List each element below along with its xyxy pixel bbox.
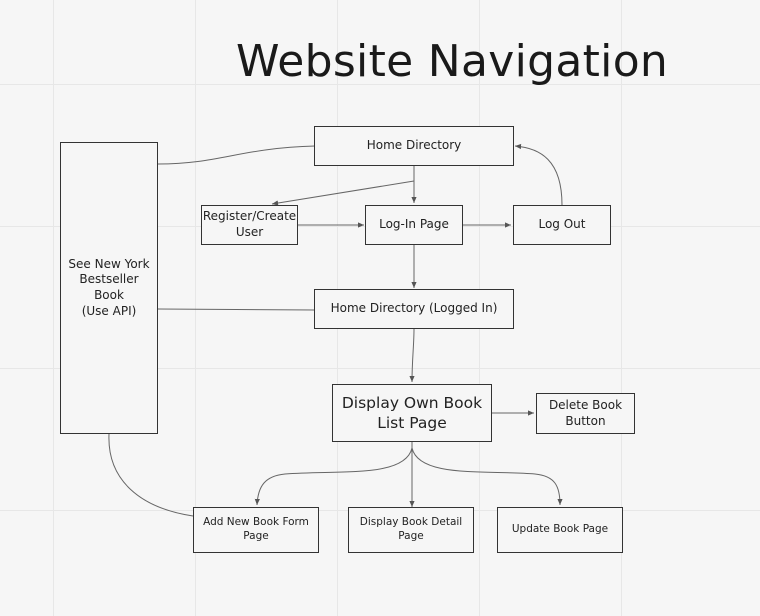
connector-bestseller-to-add <box>108 433 194 517</box>
node-log-out[interactable]: Log Out <box>513 205 611 245</box>
node-add-new-book-form[interactable]: Add New Book Form Page <box>193 507 319 553</box>
node-register-create-user[interactable]: Register/Create User <box>201 205 298 245</box>
node-log-in-page[interactable]: Log-In Page <box>365 205 463 245</box>
connector-home-logged-in-to-book-list <box>409 328 415 383</box>
node-delete-book-button[interactable]: Delete Book Button <box>536 393 635 434</box>
node-display-book-detail[interactable]: Display Book Detail Page <box>348 507 474 553</box>
connector-home-to-register <box>271 180 415 206</box>
node-update-book-page[interactable]: Update Book Page <box>497 507 623 553</box>
node-see-ny-bestseller[interactable]: See New York Bestseller Book (Use API) <box>60 142 158 434</box>
connector-logout-to-home <box>514 143 563 206</box>
connector-bestseller-to-home <box>157 145 316 165</box>
connector-bestseller-to-home-logged-in <box>157 308 316 311</box>
node-home-directory[interactable]: Home Directory <box>314 126 514 166</box>
connector-book-list-to-add <box>254 447 413 506</box>
node-display-own-book-list[interactable]: Display Own Book List Page <box>332 384 492 442</box>
diagram-canvas: Website Navigation Home Directory Regist… <box>0 0 760 616</box>
node-home-directory-logged-in[interactable]: Home Directory (Logged In) <box>314 289 514 329</box>
connector-book-list-to-update <box>411 447 563 506</box>
